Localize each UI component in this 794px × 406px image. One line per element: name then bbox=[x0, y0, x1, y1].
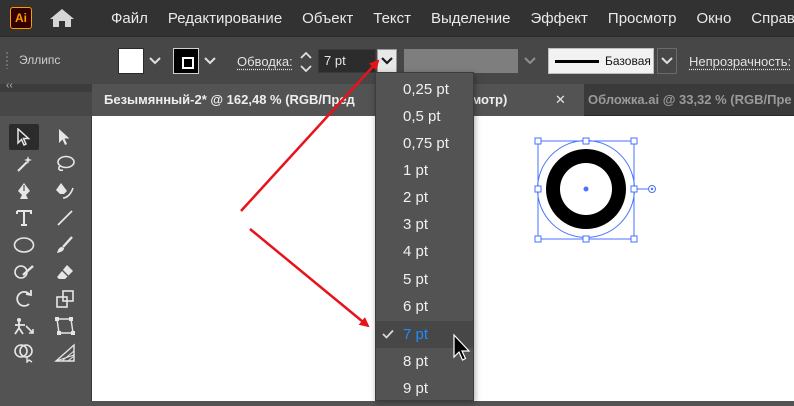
free-transform-icon[interactable] bbox=[50, 313, 80, 339]
menu-type[interactable]: Текст bbox=[363, 10, 421, 27]
brush-profile-select[interactable]: Базовая bbox=[548, 48, 654, 74]
stroke-option-5[interactable]: 5 pt bbox=[376, 266, 473, 293]
tools-panel-header bbox=[0, 92, 92, 116]
variable-width-dropdown bbox=[520, 49, 540, 73]
home-icon[interactable] bbox=[49, 8, 75, 28]
stroke-option-1[interactable]: 1 pt bbox=[376, 157, 473, 184]
shape-builder-icon[interactable] bbox=[9, 340, 39, 366]
collapse-icon[interactable]: ‹‹ bbox=[6, 80, 13, 91]
menu-edit[interactable]: Редактирование bbox=[158, 10, 292, 27]
stroke-option-8[interactable]: 8 pt bbox=[376, 348, 473, 375]
opacity-label[interactable]: Непрозрачность: bbox=[689, 54, 791, 69]
menu-file[interactable]: Файл bbox=[101, 10, 158, 27]
stroke-option-label: 7 pt bbox=[403, 326, 429, 343]
selection-icon[interactable] bbox=[9, 124, 39, 150]
checkmark-icon bbox=[382, 329, 394, 339]
chevron-down-icon bbox=[381, 57, 393, 65]
fill-dropdown-button[interactable] bbox=[146, 48, 164, 74]
chevron-down-icon bbox=[524, 57, 536, 65]
chevron-down-icon bbox=[661, 57, 673, 65]
chevron-down-icon bbox=[149, 57, 161, 65]
stroke-option-9[interactable]: 9 pt bbox=[376, 375, 473, 402]
close-tab-button[interactable]: ✕ bbox=[555, 84, 566, 116]
stroke-option-7-selected[interactable]: 7 pt bbox=[376, 321, 473, 348]
app-logo: Ai bbox=[10, 7, 32, 29]
perspective-grid-icon[interactable] bbox=[50, 340, 80, 366]
stroke-swatch[interactable] bbox=[173, 48, 199, 74]
menu-select[interactable]: Выделение bbox=[421, 10, 520, 27]
chevron-down-icon bbox=[204, 57, 216, 65]
menu-object[interactable]: Объект bbox=[292, 10, 363, 27]
menu-bar: Ai Файл Редактирование Объект Текст Выде… bbox=[0, 0, 794, 36]
curvature-icon[interactable] bbox=[50, 178, 80, 204]
menu-view[interactable]: Просмотр bbox=[598, 10, 687, 27]
lasso-icon[interactable] bbox=[50, 151, 80, 177]
selected-ellipse[interactable] bbox=[534, 137, 656, 243]
stroke-weight-input[interactable]: 7 pt bbox=[318, 49, 376, 73]
tools-panel bbox=[0, 92, 92, 401]
variable-width-field bbox=[404, 49, 518, 73]
object-type-label: Эллипс bbox=[19, 53, 61, 67]
ellipse-icon[interactable] bbox=[9, 232, 39, 258]
tab-title: Безымянный-2* @ 162,48 % (RGB/Пред bbox=[104, 92, 355, 107]
tab-document-active[interactable]: Безымянный-2* @ 162,48 % (RGB/Пред просмо… bbox=[92, 84, 584, 116]
tab-document-inactive[interactable]: Обложка.ai @ 33,32 % (RGB/Пре bbox=[586, 84, 794, 116]
direct-selection-icon[interactable] bbox=[50, 124, 80, 150]
stroke-option-0-75[interactable]: 0,75 pt bbox=[376, 130, 473, 157]
stroke-option-0-5[interactable]: 0,5 pt bbox=[376, 103, 473, 130]
type-icon[interactable] bbox=[9, 205, 39, 231]
stroke-weight-dropdown-button[interactable] bbox=[377, 49, 397, 73]
menu-effect[interactable]: Эффект bbox=[521, 10, 598, 27]
menu-window[interactable]: Окно bbox=[686, 10, 741, 27]
rotate-icon[interactable] bbox=[9, 286, 39, 312]
profile-line-preview bbox=[555, 60, 599, 63]
menu-help[interactable]: Справка bbox=[741, 10, 794, 27]
pen-icon[interactable] bbox=[9, 178, 39, 204]
shaper-icon[interactable] bbox=[9, 259, 39, 285]
magic-wand-icon[interactable] bbox=[9, 151, 39, 177]
panel-grip-icon[interactable] bbox=[5, 51, 9, 69]
line-segment-icon[interactable] bbox=[50, 205, 80, 231]
scale-icon[interactable] bbox=[50, 286, 80, 312]
stroke-option-0-25[interactable]: 0,25 pt bbox=[376, 76, 473, 103]
brush-profile-dropdown-button[interactable] bbox=[657, 48, 677, 74]
stroke-option-6[interactable]: 6 pt bbox=[376, 293, 473, 320]
puppet-warp-icon[interactable] bbox=[9, 313, 39, 339]
stroke-weight-dropdown-list: 0,25 pt 0,5 pt 0,75 pt 1 pt 2 pt 3 pt 4 … bbox=[375, 72, 474, 401]
stroke-stepper[interactable] bbox=[298, 49, 314, 75]
profile-label: Базовая bbox=[605, 54, 651, 68]
stroke-option-2[interactable]: 2 pt bbox=[376, 184, 473, 211]
stroke-weight-label[interactable]: Обводка: bbox=[237, 54, 293, 69]
stroke-color-dropdown-button[interactable] bbox=[201, 48, 219, 74]
fill-swatch[interactable] bbox=[118, 48, 144, 74]
stroke-option-3[interactable]: 3 pt bbox=[376, 211, 473, 238]
eraser-icon[interactable] bbox=[50, 259, 80, 285]
stroke-option-4[interactable]: 4 pt bbox=[376, 238, 473, 265]
main-menu: Файл Редактирование Объект Текст Выделен… bbox=[101, 0, 794, 36]
paintbrush-icon[interactable] bbox=[50, 232, 80, 258]
tools-collapse-bar[interactable]: ‹‹ bbox=[0, 80, 92, 92]
